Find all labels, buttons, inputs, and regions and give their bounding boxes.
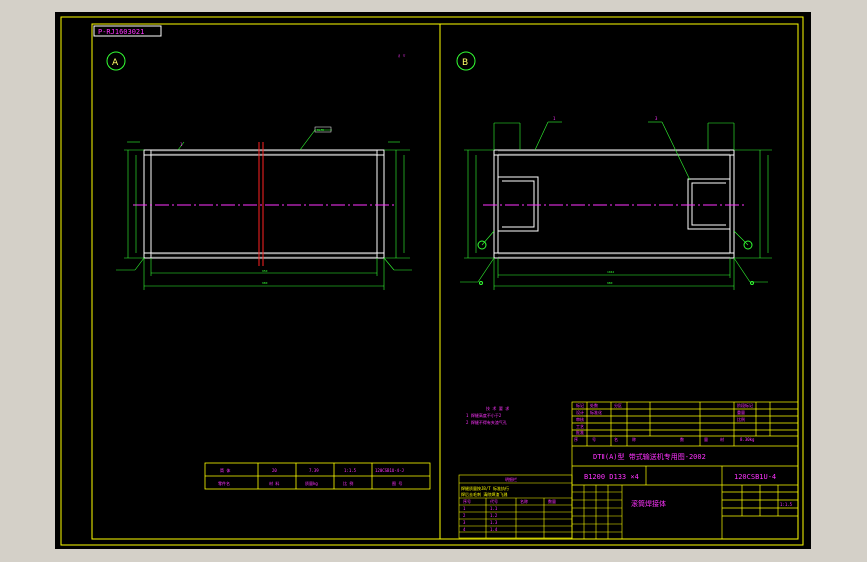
tb-scale: 1:1.5 [780, 502, 793, 507]
mat-r1-c2: 20 [272, 468, 277, 473]
svg-text:明细栏: 明细栏 [505, 476, 517, 482]
svg-text:分区: 分区 [614, 402, 622, 408]
tb-header-6: 量 [704, 436, 708, 442]
tb-project: DTⅡ(A)型 带式输送机专用图-2002 [593, 452, 706, 461]
svg-text:比例: 比例 [737, 416, 745, 422]
svg-text:焊缝质量按JB/T 标准执行: 焊缝质量按JB/T 标准执行 [461, 485, 509, 491]
svg-text:标记: 标记 [576, 402, 584, 408]
svg-text:代号: 代号 [490, 498, 498, 504]
dim-text-a-2: 950 [262, 269, 268, 273]
sheet-code: P-RJ1603021 [98, 28, 144, 36]
svg-text:1.4: 1.4 [490, 527, 498, 532]
roughness-symbol-a: ♁ ▽ [398, 53, 406, 58]
cad-viewport[interactable]: P-RJ1603021 A ♁ ▽ RLFD 1 980 950 B 1 3 9… [0, 0, 867, 562]
leader-tag-a-2: RLFD [317, 128, 324, 132]
mat-r2-c5: 图 号 [392, 480, 402, 486]
svg-text:工艺: 工艺 [576, 424, 584, 429]
svg-text:1.1: 1.1 [490, 506, 498, 511]
tb-spec: B1200 D133 ×4 [584, 473, 639, 481]
notes-line-1: 1 焊缝高度不小于2 [466, 412, 502, 418]
dim-text-a-1: 980 [262, 281, 268, 285]
tb-header-1: 序 [574, 436, 578, 442]
tb-weight: 8.30kg [740, 437, 755, 442]
mat-r2-c3: 质量kg [305, 480, 318, 486]
svg-text:设计: 设计 [576, 409, 584, 415]
view-a-label: A [112, 58, 119, 68]
svg-text:处数: 处数 [590, 402, 598, 408]
view-b-label: B [462, 58, 468, 68]
notes-line-2: 2 焊缝不得有夹渣气孔 [466, 419, 507, 425]
tb-header-2: 号 [592, 436, 596, 442]
mat-r1-c1: 筒 体 [220, 467, 230, 473]
svg-text:标准化: 标准化 [590, 409, 602, 415]
svg-text:审核: 审核 [576, 416, 584, 422]
tb-part-name: 滚筒焊接体 [631, 499, 666, 508]
mat-r1-c4: 1:1.5 [344, 468, 357, 473]
tb-header-5: 数 [680, 436, 684, 442]
mat-r2-c1: 零件名 [218, 480, 230, 486]
notes-heading: 技 术 要 求 [486, 405, 509, 411]
svg-text:重量: 重量 [737, 409, 745, 415]
svg-text:焊后去毛刺 清除焊渣飞溅: 焊后去毛刺 清除焊渣飞溅 [461, 491, 507, 497]
tb-header-4: 称 [632, 436, 636, 442]
svg-text:批准: 批准 [576, 429, 584, 435]
tb-header-3: 名 [614, 436, 618, 442]
svg-text:1.2: 1.2 [490, 513, 498, 518]
tb-header-7: 材 [720, 436, 724, 442]
mat-r1-c5: 120CSB1U-4-J [375, 468, 404, 473]
svg-text:阶段标记: 阶段标记 [737, 402, 753, 408]
mat-r2-c2: 材 料 [269, 480, 279, 486]
mat-r1-c3: 7.39 [309, 468, 319, 473]
svg-text:1.3: 1.3 [490, 520, 498, 525]
svg-text:名称: 名称 [520, 498, 528, 504]
mat-r2-c4: 比 例 [343, 480, 353, 486]
dim-text-b-1: 980 [607, 281, 613, 285]
svg-text:序号: 序号 [463, 498, 471, 504]
tb-drawing-no: 120CSB1U-4 [734, 473, 776, 481]
svg-text:数量: 数量 [548, 498, 556, 504]
model-space[interactable] [55, 12, 811, 549]
dim-text-b-2: 1042 [607, 270, 614, 274]
